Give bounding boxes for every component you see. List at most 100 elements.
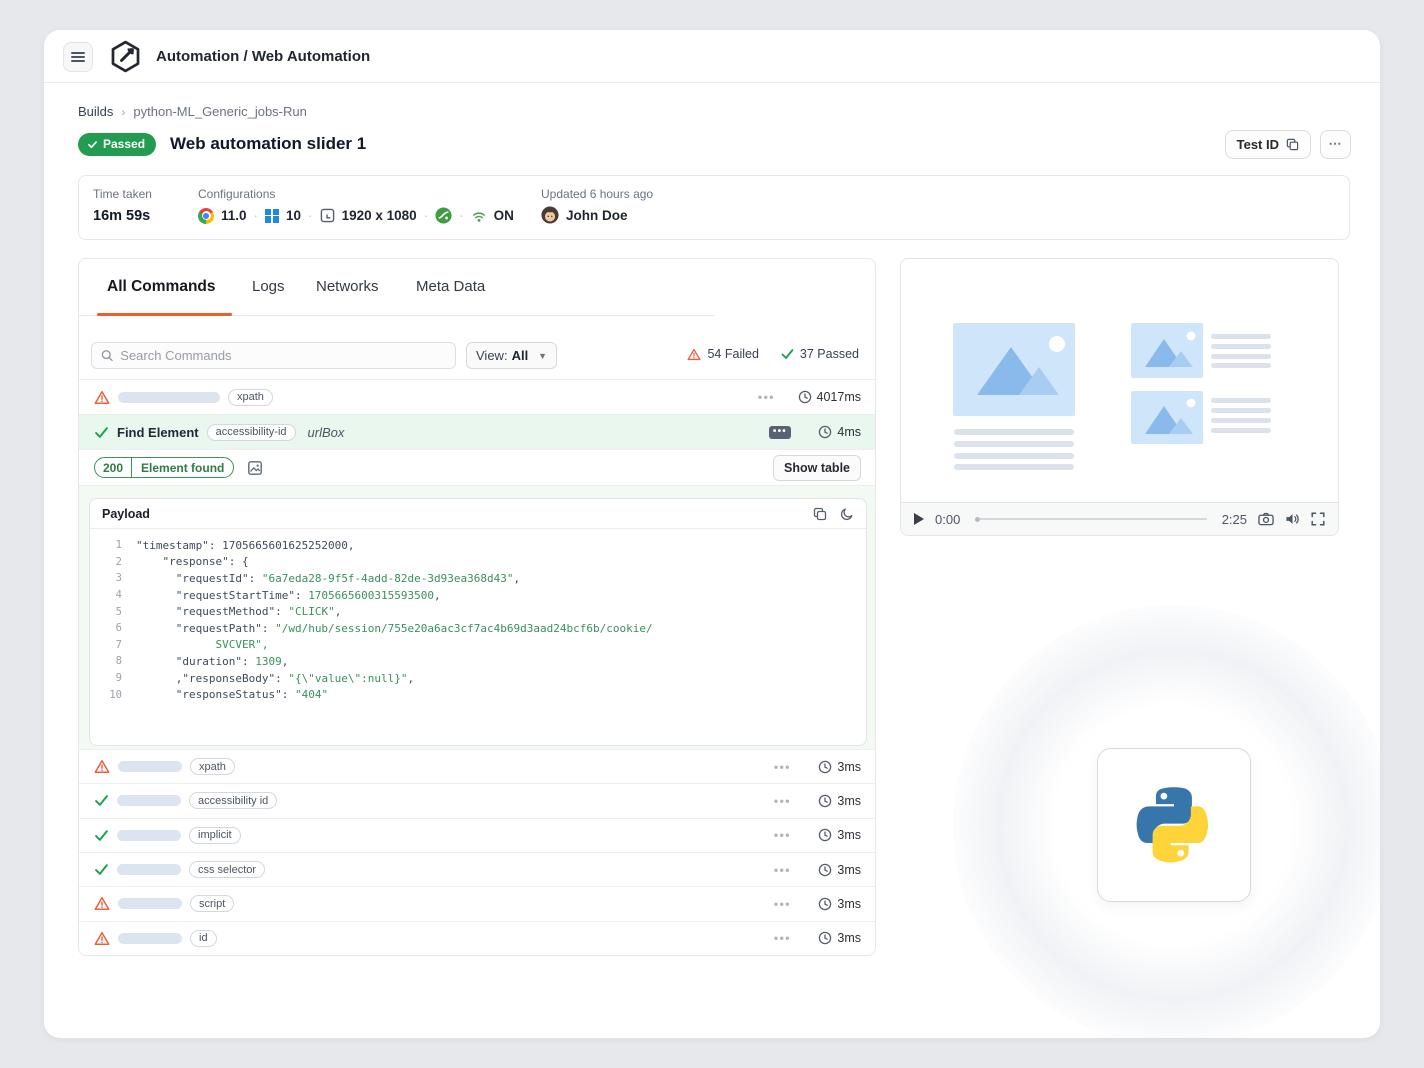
- view-filter-dropdown[interactable]: View:All ▼: [466, 342, 557, 369]
- code-line: 3 "requestId": "6a7eda28-9f5f-4add-82de-…: [90, 570, 866, 587]
- row-more-button[interactable]: •••: [774, 931, 791, 945]
- command-row[interactable]: xpath•••3ms: [79, 749, 875, 783]
- volume-button[interactable]: [1285, 512, 1300, 526]
- locator-badge: xpath: [228, 389, 273, 406]
- tab-logs[interactable]: Logs: [252, 278, 285, 295]
- hamburger-menu-button[interactable]: [63, 42, 93, 72]
- total-time: 2:25: [1222, 512, 1247, 527]
- windows-os-icon: [265, 209, 279, 223]
- check-icon: [94, 829, 109, 842]
- skeleton-text: [118, 933, 182, 944]
- command-row[interactable]: accessibility id ••• 3ms: [79, 783, 875, 817]
- python-language-card: [1097, 748, 1251, 902]
- row-more-button[interactable]: •••: [774, 794, 791, 808]
- row-more-button[interactable]: •••: [774, 760, 791, 774]
- clock-icon: [818, 828, 832, 842]
- skeleton-text: [117, 864, 181, 875]
- chevron-down-icon: ▼: [538, 351, 547, 361]
- locator-badge: accessibility id: [189, 792, 277, 809]
- dot-separator: ·: [424, 208, 429, 223]
- fullscreen-button[interactable]: [1311, 512, 1325, 526]
- check-icon: [87, 139, 98, 150]
- dot-separator: ·: [254, 208, 259, 223]
- screenshot-camera-button[interactable]: [1258, 512, 1274, 526]
- os-version: 10: [286, 208, 301, 223]
- code-line: 7 SVCVER",: [90, 637, 866, 654]
- play-button[interactable]: [914, 513, 924, 525]
- dark-mode-moon-icon[interactable]: [840, 507, 854, 521]
- seek-bar[interactable]: [975, 518, 1206, 520]
- row-more-button[interactable]: •••: [774, 863, 791, 877]
- row-more-button[interactable]: •••: [758, 390, 775, 404]
- code-line: 9 ,"responseBody": "{\"value\":null}",: [90, 670, 866, 687]
- breadcrumb-separator-icon: ›: [121, 105, 125, 119]
- response-status-badge: 200 Element found: [94, 457, 234, 478]
- user-name: John Doe: [566, 208, 628, 223]
- video-preview: [901, 259, 1338, 502]
- tab-networks[interactable]: Networks: [316, 278, 379, 295]
- clock-icon: [818, 794, 832, 808]
- warning-icon: [94, 931, 110, 946]
- test-id-button[interactable]: Test ID: [1225, 130, 1311, 159]
- resolution-icon: [320, 208, 335, 223]
- configurations-label: Configurations: [198, 187, 514, 201]
- passed-counter: 37 Passed: [781, 347, 859, 361]
- command-row[interactable]: css selector•••3ms: [79, 852, 875, 886]
- command-row[interactable]: implicit•••3ms: [79, 818, 875, 852]
- avatar: [541, 206, 559, 224]
- search-input[interactable]: [120, 348, 446, 363]
- active-tab-indicator: [97, 313, 232, 316]
- tab-all-commands[interactable]: All Commands: [107, 278, 216, 296]
- video-controls: 0:00 2:25: [901, 502, 1338, 535]
- command-row[interactable]: xpath ••• 4017ms: [79, 379, 875, 414]
- network-icon: [471, 209, 487, 223]
- summary-card: Time taken 16m 59s Configurations 11.0 ·…: [78, 175, 1350, 240]
- payload-code[interactable]: 1"timestamp": 1705665601625252000,2 "res…: [90, 529, 866, 703]
- browser-version: 11.0: [221, 208, 247, 223]
- image-placeholder: [1131, 391, 1203, 444]
- payload-title: Payload: [102, 507, 150, 521]
- show-table-button[interactable]: Show table: [773, 455, 861, 481]
- status-badge: Passed: [78, 133, 156, 156]
- clock-icon: [798, 390, 812, 404]
- payload-section: Payload 1"timestamp": 170566560162525200…: [79, 485, 875, 749]
- skeleton-text: [118, 392, 220, 403]
- dot-separator: ·: [459, 208, 464, 223]
- duration-value: 3ms: [837, 897, 861, 911]
- failed-counter: 54 Failed: [687, 347, 758, 361]
- test-title: Web automation slider 1: [170, 134, 366, 154]
- tab-meta-data[interactable]: Meta Data: [416, 278, 485, 295]
- image-placeholder: [1131, 323, 1203, 378]
- warning-icon: [94, 390, 110, 405]
- breadcrumb-builds-link[interactable]: Builds: [78, 104, 113, 119]
- warning-icon: [94, 759, 110, 774]
- screenshot-icon[interactable]: [247, 460, 263, 476]
- code-line: 6 "requestPath": "/wd/hub/session/755e20…: [90, 620, 866, 637]
- check-icon: [94, 794, 109, 807]
- row-more-button[interactable]: •••: [769, 426, 791, 439]
- copy-icon: [1286, 138, 1299, 151]
- clock-icon: [818, 897, 832, 911]
- code-line: 8 "duration": 1309,: [90, 653, 866, 670]
- command-row[interactable]: id•••3ms: [79, 921, 875, 955]
- duration-value: 3ms: [837, 828, 861, 842]
- more-actions-button[interactable]: ⋯: [1320, 130, 1351, 159]
- search-icon: [101, 349, 113, 362]
- selected-command-row[interactable]: Find Element accessibility-id urlBox •••…: [79, 414, 875, 449]
- command-name: Find Element: [117, 425, 199, 440]
- page-title: Automation / Web Automation: [156, 48, 370, 65]
- image-placeholder: [953, 323, 1075, 416]
- warning-icon: [94, 896, 110, 911]
- command-row[interactable]: script•••3ms: [79, 886, 875, 920]
- locator-badge: accessibility-id: [207, 424, 296, 441]
- duration-value: 3ms: [837, 931, 861, 945]
- copy-icon[interactable]: [813, 507, 827, 521]
- row-more-button[interactable]: •••: [774, 828, 791, 842]
- current-time: 0:00: [935, 512, 960, 527]
- duration-value: 3ms: [837, 794, 861, 808]
- python-logo-icon: [1135, 786, 1213, 864]
- network-state: ON: [494, 208, 514, 223]
- code-line: 5 "requestMethod": "CLICK",: [90, 603, 866, 620]
- row-more-button[interactable]: •••: [774, 897, 791, 911]
- app-logo-icon[interactable]: [108, 39, 143, 74]
